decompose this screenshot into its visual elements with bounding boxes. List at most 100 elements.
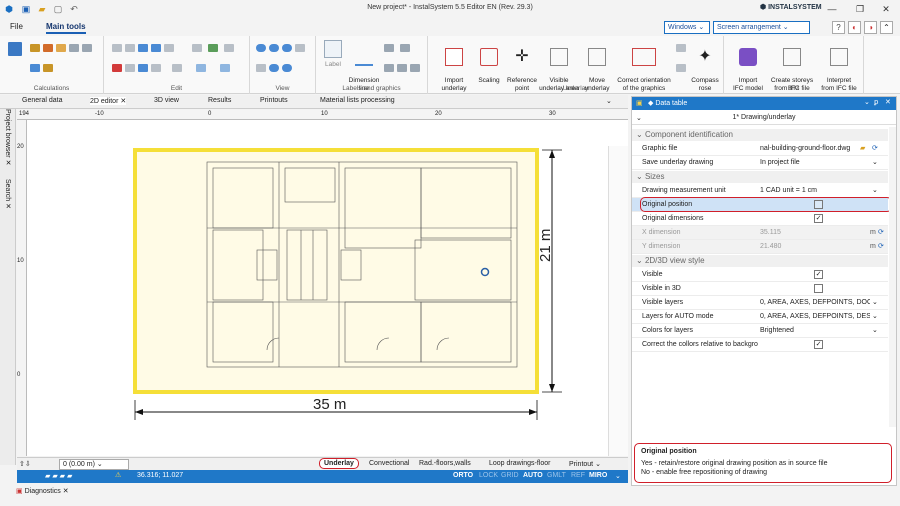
underlay-border[interactable] xyxy=(133,148,539,394)
zoom-in-icon[interactable] xyxy=(256,44,266,52)
zoom-out-icon[interactable] xyxy=(269,44,279,52)
scaling-button[interactable]: Scaling xyxy=(472,40,506,85)
feedback-icon[interactable]: ◐ xyxy=(848,21,861,34)
edit-tool-icon[interactable] xyxy=(172,64,182,72)
zoom-window-icon[interactable] xyxy=(282,44,292,52)
folder-icon[interactable]: ▰ xyxy=(860,142,865,156)
layer-tab-rad-floors[interactable]: Rad.-floors,walls xyxy=(419,460,471,467)
edit-tool-icon[interactable] xyxy=(138,44,148,52)
tab-3d-view[interactable]: 3D view xyxy=(154,97,179,104)
prop-value[interactable]: nal-building-ground-floor.dwg xyxy=(760,142,884,156)
original-dimensions-checkbox[interactable]: ✓ xyxy=(814,214,823,223)
section-view-style[interactable]: ⌄ 2D/3D view style xyxy=(632,255,888,267)
edit-tool-icon[interactable] xyxy=(164,44,174,52)
calc-icon-big[interactable] xyxy=(8,42,22,56)
prop-value[interactable]: 0, AREA, AXES, DEFPOINTS, DOOR: xyxy=(760,296,870,310)
view-tool-icon[interactable] xyxy=(256,64,266,72)
label-button[interactable]: Label xyxy=(320,40,346,69)
dropdown-icon[interactable]: ⌄ xyxy=(872,324,878,338)
prop-value[interactable]: In project file xyxy=(760,156,884,170)
view-tool-icon[interactable] xyxy=(295,44,305,52)
calc-tool-icon[interactable] xyxy=(56,44,66,52)
edit-tool-icon[interactable] xyxy=(224,44,234,52)
mode-ref[interactable]: REF xyxy=(571,472,585,479)
tab-printouts[interactable]: Printouts xyxy=(260,97,288,104)
edit-tool-icon[interactable] xyxy=(220,64,230,72)
small-tool-icon[interactable] xyxy=(676,64,686,72)
project-browser-tab[interactable]: Project browser ✕ xyxy=(4,109,12,165)
prop-value[interactable]: 0, AREA, AXES, DEFPOINTS, DESCR xyxy=(760,310,870,324)
label-tool-icon[interactable] xyxy=(384,64,394,72)
vertical-scrollbar[interactable] xyxy=(608,146,628,456)
small-tool-icon[interactable] xyxy=(676,44,686,52)
calc-tool-icon[interactable] xyxy=(30,64,40,72)
visible-3d-checkbox[interactable] xyxy=(814,284,823,293)
dropdown-icon[interactable]: ⌄ xyxy=(872,184,878,198)
dropdown-icon[interactable]: ⌄ xyxy=(872,156,878,170)
mode-auto[interactable]: AUTO xyxy=(523,472,543,479)
label-tool-icon[interactable] xyxy=(397,64,407,72)
tab-material-lists[interactable]: Material lists processing xyxy=(320,97,395,104)
calc-icon[interactable]: ⟳ xyxy=(878,226,884,240)
calc-tool-icon[interactable] xyxy=(30,44,40,52)
visible-checkbox[interactable]: ✓ xyxy=(814,270,823,279)
windows-dropdown[interactable]: Windows ⌄ xyxy=(664,21,710,34)
layer-tab-loop-drawings[interactable]: Loop drawings-floor xyxy=(489,460,550,467)
status-tool-icons[interactable]: ▰ ▰ ▰ ▰ xyxy=(45,472,72,480)
mode-gmlt[interactable]: GMLT xyxy=(547,472,566,479)
screen-arrangement-dropdown[interactable]: Screen arrangement ⌄ xyxy=(713,21,810,34)
section-sizes[interactable]: ⌄ Sizes xyxy=(632,171,888,183)
warning-icon[interactable]: ⚠ xyxy=(115,471,121,479)
prop-value[interactable]: 1 CAD unit = 1 cm xyxy=(760,184,884,198)
close-tab-icon[interactable]: ✕ xyxy=(120,98,126,105)
calc-tool-icon[interactable] xyxy=(43,64,53,72)
cut-icon[interactable] xyxy=(112,64,122,72)
dropdown-icon[interactable]: ⌄ xyxy=(872,310,878,324)
tabs-dropdown-icon[interactable]: ⌄ xyxy=(606,97,612,105)
tab-2d-editor[interactable]: 2D editor ✕ xyxy=(90,97,127,105)
level-select[interactable]: 0 (0.00 m) ⌄ xyxy=(59,459,129,470)
minimize-icon[interactable]: — xyxy=(818,2,846,16)
calc-tool-icon[interactable] xyxy=(43,44,53,52)
calc-tool-icon[interactable] xyxy=(82,44,92,52)
label-tool-icon[interactable] xyxy=(410,64,420,72)
calc-tool-icon[interactable] xyxy=(69,44,79,52)
tab-general-data[interactable]: General data xyxy=(22,97,62,104)
edit-tool-icon[interactable] xyxy=(151,64,161,72)
section-component-identification[interactable]: ⌄ Component identification xyxy=(632,129,888,141)
layer-tab-convectional[interactable]: Convectional xyxy=(369,460,409,467)
text-abc-icon[interactable] xyxy=(384,44,394,52)
edit-tool-icon[interactable] xyxy=(151,44,161,52)
mode-lock[interactable]: LOCK xyxy=(479,472,498,479)
edit-tool-icon[interactable] xyxy=(192,44,202,52)
zoom-prev-icon[interactable] xyxy=(282,64,292,72)
edit-tool-icon[interactable] xyxy=(196,64,206,72)
correct-colors-checkbox[interactable]: ✓ xyxy=(814,340,823,349)
menu-main-tools[interactable]: Main tools xyxy=(46,22,86,34)
mode-miro[interactable]: MIRO xyxy=(589,472,607,479)
panel-menu-icon[interactable]: ⌄ xyxy=(864,98,870,106)
prop-value[interactable]: Brightened xyxy=(760,324,884,338)
search-tab[interactable]: Search ✕ xyxy=(4,179,12,209)
edit-tool-icon[interactable] xyxy=(112,44,122,52)
edit-tool-icon[interactable] xyxy=(125,64,135,72)
edit-tool-icon[interactable] xyxy=(208,44,218,52)
calc-icon[interactable]: ⟳ xyxy=(878,240,884,254)
label-tool-icon[interactable] xyxy=(400,44,410,52)
status-dropdown-icon[interactable]: ⌄ xyxy=(615,472,621,480)
panel-close-icon[interactable]: ✕ xyxy=(885,98,891,106)
diagnostics-tab[interactable]: ▣ Diagnostics ✕ xyxy=(16,487,69,501)
edit-tool-icon[interactable] xyxy=(125,44,135,52)
close-icon[interactable]: ✕ xyxy=(872,2,900,16)
restore-icon[interactable]: ❐ xyxy=(846,2,874,16)
layer-tab-underlay[interactable]: Underlay xyxy=(319,458,359,469)
zoom-all-icon[interactable] xyxy=(269,64,279,72)
reload-icon[interactable]: ⟳ xyxy=(872,142,878,156)
level-nav-icon[interactable]: ⇧⇩ xyxy=(19,460,31,468)
drawing-canvas[interactable]: 35 m 21 m xyxy=(17,110,628,456)
theme-icon[interactable]: ◑ xyxy=(864,21,877,34)
mode-orto[interactable]: ORTO xyxy=(453,472,473,479)
layer-tab-printout[interactable]: Printout ⌄ xyxy=(569,460,601,468)
edit-tool-icon[interactable] xyxy=(138,64,148,72)
dropdown-icon[interactable]: ⌄ xyxy=(872,296,878,310)
